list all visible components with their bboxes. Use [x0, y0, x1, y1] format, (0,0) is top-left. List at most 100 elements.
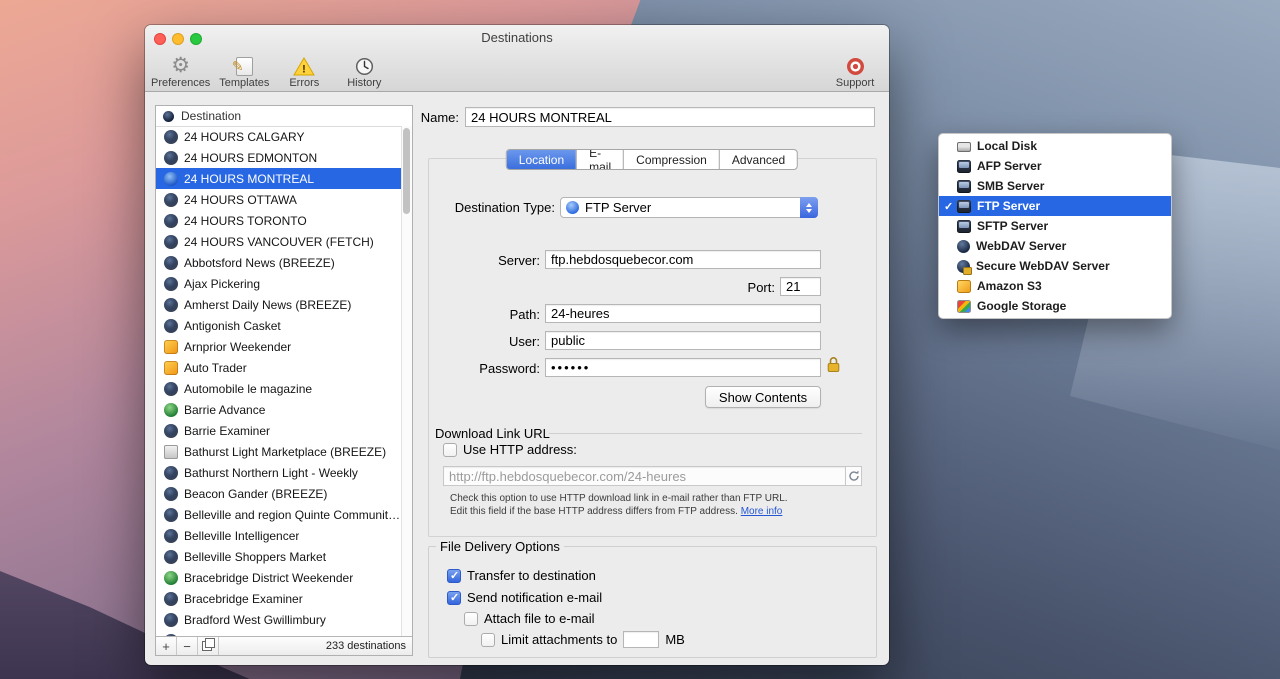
server-label: Server: [440, 253, 540, 268]
destination-icon [164, 382, 178, 396]
list-item[interactable]: Barrie Examiner [156, 420, 401, 441]
list-item[interactable]: Bradford West Gwillimbury [156, 609, 401, 630]
menu-item[interactable]: SFTP Server [939, 216, 1171, 236]
help-text-line1: Check this option to use HTTP download l… [450, 493, 788, 504]
destination-icon [164, 256, 178, 270]
remove-button[interactable]: − [177, 637, 198, 655]
menu-item-icon [957, 260, 970, 273]
menu-item-icon [957, 300, 971, 313]
list-item[interactable]: Auto Trader [156, 357, 401, 378]
file-delivery-title: File Delivery Options [436, 539, 564, 554]
toolbar-item-templates[interactable]: Templates [218, 52, 270, 89]
menu-item[interactable]: AFP Server [939, 156, 1171, 176]
list-item-label: Belleville and region Quinte Communit… [184, 508, 400, 522]
password-label: Password: [440, 361, 540, 376]
list-item[interactable]: Automobile le magazine [156, 378, 401, 399]
list-item-label: 24 HOURS CALGARY [184, 130, 305, 144]
list-item[interactable]: 24 HOURS OTTAWA [156, 189, 401, 210]
list-item[interactable]: Bathurst Light Marketplace (BREEZE) [156, 441, 401, 462]
add-button[interactable]: + [156, 637, 177, 655]
destination-type-value: FTP Server [585, 200, 651, 215]
limit-attachments-option[interactable]: Limit attachments to MB [481, 631, 685, 648]
list-header[interactable]: Destination [156, 106, 412, 127]
destination-icon [164, 277, 178, 291]
menu-item[interactable]: WebDAV Server [939, 236, 1171, 256]
list-item[interactable]: Beacon Gander (BREEZE) [156, 483, 401, 504]
user-field[interactable]: public [545, 331, 821, 350]
destination-icon [164, 193, 178, 207]
menu-item-icon [957, 220, 971, 233]
destination-icon [164, 424, 178, 438]
menu-item[interactable]: Amazon S3 [939, 276, 1171, 296]
destination-type-menu: Local Disk AFP Server SMB Server ✓ FTP S… [938, 133, 1172, 319]
attach-file-checkbox [464, 612, 478, 626]
tab-compression[interactable]: Compression [624, 150, 720, 169]
toolbar-label: Templates [219, 77, 269, 89]
attach-file-option[interactable]: Attach file to e-mail [464, 611, 595, 626]
list-item-label: Auto Trader [184, 361, 247, 375]
list-item[interactable]: Belleville Shoppers Market [156, 546, 401, 567]
list-item-label: Ajax Pickering [184, 277, 260, 291]
http-address-input: http://ftp.hebdosquebecor.com/24-heures [443, 466, 846, 486]
transfer-option[interactable]: Transfer to destination [447, 568, 596, 583]
list-item[interactable]: 24 HOURS EDMONTON [156, 147, 401, 168]
list-item[interactable]: Arnprior Weekender [156, 336, 401, 357]
menu-item-label: AFP Server [977, 159, 1041, 173]
server-field[interactable]: ftp.hebdosquebecor.com [545, 250, 821, 269]
list-item[interactable]: Bracebridge District Weekender [156, 567, 401, 588]
menu-item-label: FTP Server [977, 199, 1040, 213]
chevron-up-down-icon [800, 197, 818, 218]
tab-advanced[interactable]: Advanced [720, 150, 797, 169]
path-field[interactable]: 24-heures [545, 304, 821, 323]
list-item[interactable]: Bathurst Northern Light - Weekly [156, 462, 401, 483]
list-item[interactable]: Amherst Daily News (BREEZE) [156, 294, 401, 315]
toolbar-label: Errors [289, 77, 319, 89]
menu-item[interactable]: Local Disk [939, 136, 1171, 156]
show-contents-button[interactable]: Show Contents [705, 386, 821, 408]
user-label: User: [440, 334, 540, 349]
tab-email[interactable]: E-mail [577, 150, 624, 169]
list-item[interactable]: Antigonish Casket [156, 315, 401, 336]
use-http-option[interactable]: Use HTTP address: [443, 442, 577, 457]
list-item[interactable]: Abbotsford News (BREEZE) [156, 252, 401, 273]
destination-count: 233 destinations [326, 640, 412, 652]
destination-type-select[interactable]: FTP Server [560, 197, 818, 218]
menu-item[interactable]: SMB Server [939, 176, 1171, 196]
list-item[interactable]: 24 HOURS TORONTO [156, 210, 401, 231]
list-item[interactable]: Belleville and region Quinte Communit… [156, 504, 401, 525]
use-http-checkbox [443, 443, 457, 457]
mb-suffix: MB [665, 632, 685, 647]
list-item[interactable]: Bracebridge Examiner [156, 588, 401, 609]
life-ring-icon [846, 55, 865, 77]
menu-item[interactable]: ✓ FTP Server [939, 196, 1171, 216]
port-field[interactable]: 21 [780, 277, 821, 296]
more-info-link[interactable]: More info [741, 506, 783, 517]
toolbar-item-errors[interactable]: ! Errors [278, 52, 330, 89]
menu-item[interactable]: Secure WebDAV Server [939, 256, 1171, 276]
zoom-button[interactable] [190, 33, 202, 45]
list-item[interactable]: Ajax Pickering [156, 273, 401, 294]
toolbar-item-preferences[interactable]: Preferences [151, 52, 210, 89]
duplicate-button[interactable] [198, 637, 219, 655]
list-item[interactable]: Belleville Intelligencer [156, 525, 401, 546]
toolbar-item-history[interactable]: History [338, 52, 390, 89]
globe-blue-icon [566, 201, 579, 214]
menu-item[interactable]: Google Storage [939, 296, 1171, 316]
name-input[interactable]: 24 HOURS MONTREAL [465, 107, 875, 127]
tab-location[interactable]: Location [507, 150, 577, 169]
gear-icon [171, 56, 190, 76]
minimize-button[interactable] [172, 33, 184, 45]
toolbar-item-support[interactable]: Support [829, 52, 881, 89]
list-item[interactable]: 24 HOURS MONTREAL [156, 168, 401, 189]
help-text-line2: Edit this field if the base HTTP address… [450, 506, 782, 517]
list-item[interactable]: 24 HOURS VANCOUVER (FETCH) [156, 231, 401, 252]
close-button[interactable] [154, 33, 166, 45]
notification-option[interactable]: Send notification e-mail [447, 590, 602, 605]
password-field[interactable]: •••••• [545, 358, 821, 377]
list-item[interactable]: 24 HOURS CALGARY [156, 126, 401, 147]
list-item[interactable]: Barrie Advance [156, 399, 401, 420]
limit-attachments-checkbox [481, 633, 495, 647]
list-item-label: Abbotsford News (BREEZE) [184, 256, 335, 270]
name-label: Name: [411, 110, 459, 125]
limit-attachments-input[interactable] [623, 631, 659, 648]
